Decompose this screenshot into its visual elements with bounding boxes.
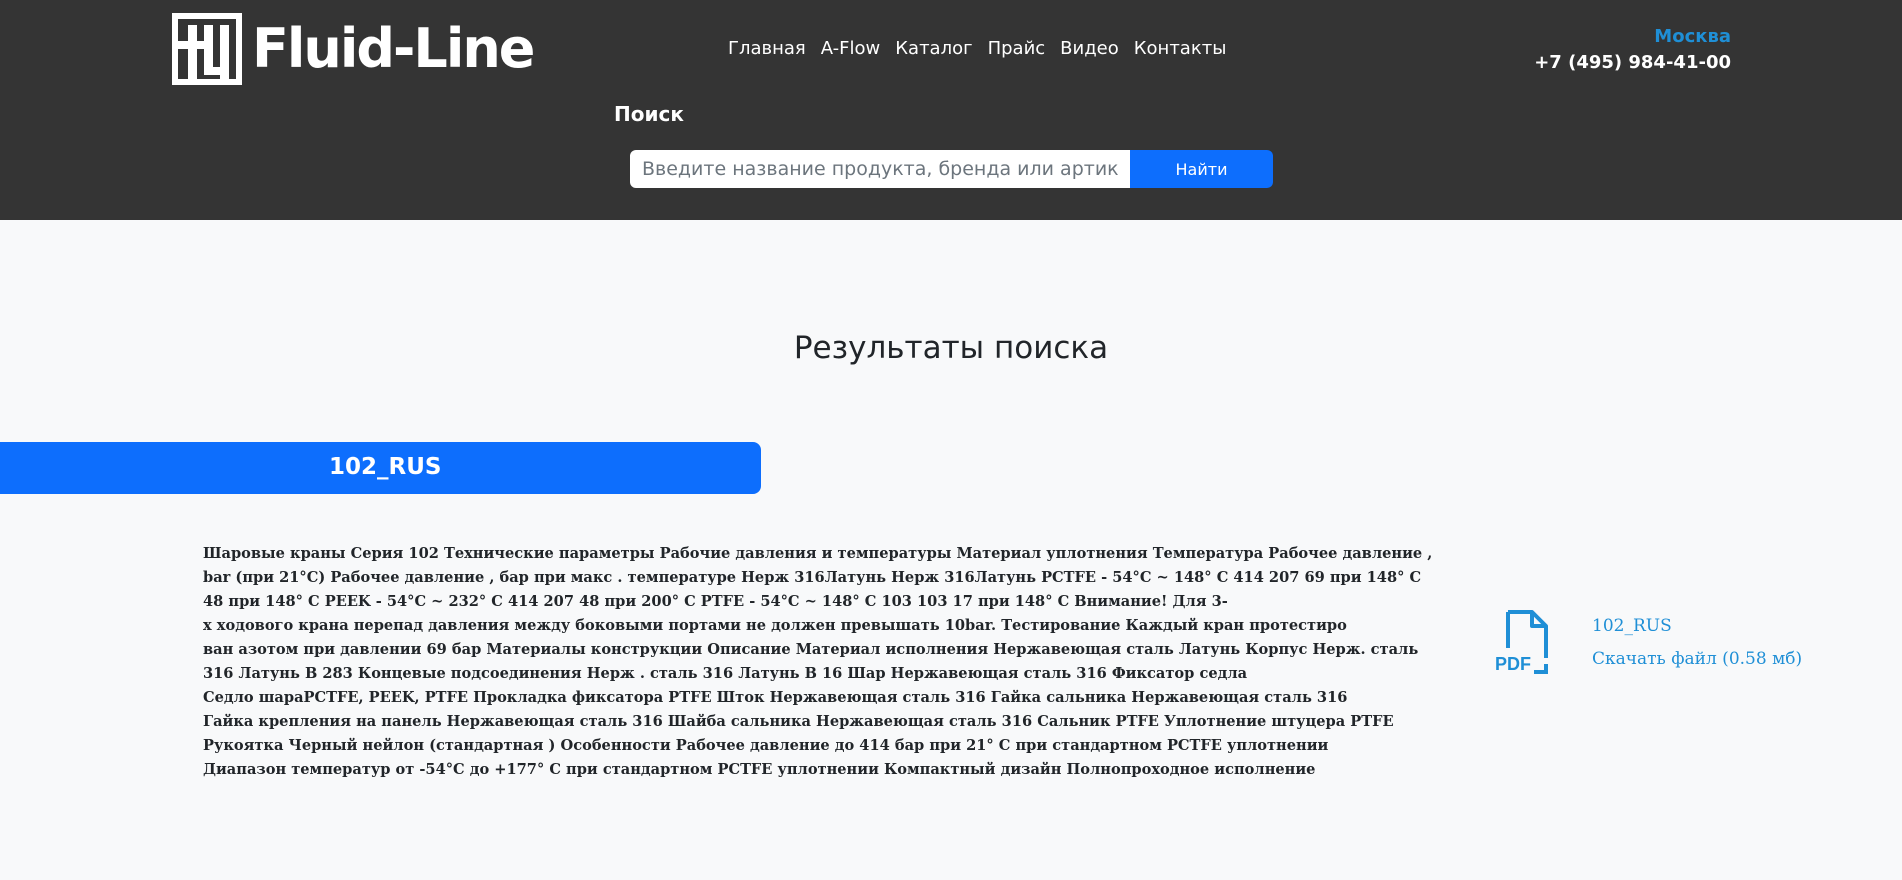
download-file-link[interactable]: Скачать файл (0.58 мб) [1592, 649, 1802, 669]
result-text-line: 316 Латунь В 283 Концевые подсоединения … [203, 665, 1248, 682]
city-selector[interactable]: Москва [1654, 26, 1731, 47]
result-text-line: Шаровые краны Серия 102 Технические пара… [203, 545, 1433, 562]
search-label: Поиск [614, 102, 684, 126]
result-text-line: 48 при 148° C PEEK - 54°C ~ 232° C 414 2… [203, 593, 1228, 610]
main-nav: Главная A-Flow Каталог Прайс Видео Конта… [728, 38, 1241, 64]
nav-item-home[interactable]: Главная [728, 38, 806, 64]
result-title-tab[interactable]: 102_RUS [0, 442, 761, 494]
result-text-line: bar (при 21°C) Рабочее давление , бар пр… [203, 569, 1422, 586]
nav-item-video[interactable]: Видео [1060, 38, 1119, 64]
site-logo[interactable]: Fluid-Line [172, 12, 547, 86]
result-description: Шаровые краны Серия 102 Технические пара… [203, 542, 1433, 782]
pdf-file-icon[interactable]: PDF [1494, 610, 1552, 674]
nav-item-price[interactable]: Прайс [988, 38, 1046, 64]
search-button[interactable]: Найти [1130, 150, 1273, 188]
nav-item-a-flow[interactable]: A-Flow [821, 38, 881, 64]
pdf-icon-label: PDF [1495, 654, 1531, 674]
page-title: Результаты поиска [793, 330, 1109, 366]
search-input[interactable] [630, 150, 1130, 188]
nav-item-catalog[interactable]: Каталог [895, 38, 972, 64]
logo-text: Fluid-Line [252, 17, 535, 80]
result-text-line: ван азотом при давлении 69 бар Материалы… [203, 641, 1419, 658]
result-text-line: Диапазон температур от -54°C до +177° C … [203, 761, 1316, 778]
result-text-line: х ходового крана перепад давления между … [203, 617, 1347, 634]
result-text-line: Рукоятка Черный нейлон (стандартная ) Ос… [203, 737, 1329, 754]
fluid-line-logo-icon [172, 13, 242, 85]
phone-number[interactable]: +7 (495) 984-41-00 [1534, 52, 1731, 73]
nav-item-contacts[interactable]: Контакты [1134, 38, 1227, 64]
result-text-line: Седло шараPCTFE, PEEK, PTFE Прокладка фи… [203, 689, 1348, 706]
result-text-line: Гайка крепления на панель Нержавеющая ст… [203, 713, 1394, 730]
file-name-link[interactable]: 102_RUS [1592, 616, 1672, 636]
site-header: Fluid-Line Главная A-Flow Каталог Прайс … [0, 0, 1902, 220]
result-title: 102_RUS [329, 454, 442, 480]
